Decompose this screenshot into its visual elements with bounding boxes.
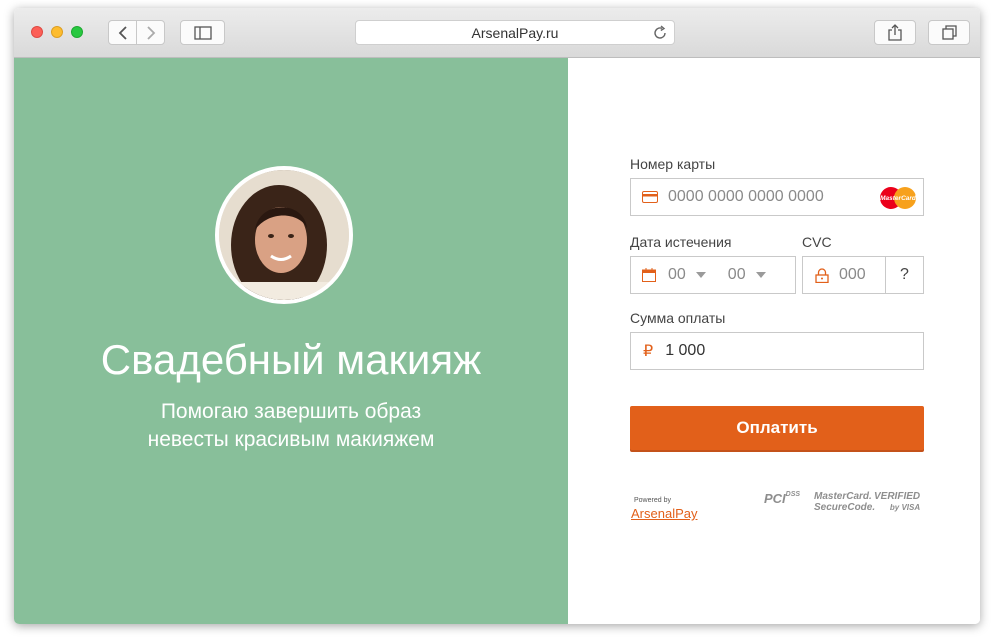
card-number-label: Номер карты — [630, 156, 716, 172]
payment-form: Номер карты 0000 0000 0000 0000 MasterCa… — [568, 58, 980, 624]
card-number-placeholder: 0000 0000 0000 0000 — [668, 188, 824, 205]
close-window-button[interactable] — [31, 26, 43, 38]
expiry-month-select[interactable]: 00 — [668, 266, 706, 284]
avatar — [215, 166, 353, 304]
browser-toolbar: ArsenalPay.ru — [14, 8, 980, 58]
page-subtitle: Помогаю завершить образ невесты красивым… — [147, 400, 435, 451]
share-button[interactable] — [874, 20, 916, 45]
ruble-icon: ₽ — [643, 343, 654, 360]
promo-panel: Свадебный макияж Помогаю завершить образ… — [14, 58, 568, 624]
mastercard-securecode-badge: MasterCard. SecureCode. — [814, 491, 875, 513]
browser-window: ArsenalPay.ru Свадебный макияж Помогаю з… — [14, 8, 980, 624]
mc-secure-line1: MasterCard. — [814, 491, 872, 502]
mastercard-logo-icon: MasterCard — [880, 187, 917, 209]
sidebar-button[interactable] — [180, 20, 225, 45]
cvc-field[interactable]: 000 — [802, 256, 886, 294]
back-button[interactable] — [108, 20, 137, 45]
credit-card-icon — [642, 191, 658, 203]
tabs-icon — [941, 25, 957, 40]
share-icon — [888, 24, 902, 41]
expiry-year-value: 00 — [727, 266, 746, 283]
pci-dss-text: DSS — [785, 491, 801, 498]
address-bar[interactable]: ArsenalPay.ru — [355, 20, 675, 45]
amount-value: 1 000 — [665, 342, 706, 359]
amount-label: Сумма оплаты — [630, 310, 726, 326]
chevron-right-icon — [146, 25, 155, 40]
mc-secure-line2: SecureCode. — [814, 502, 876, 513]
page-title: Свадебный макияж — [100, 336, 482, 383]
expiry-month-value: 00 — [668, 266, 686, 283]
expiry-field[interactable]: 00 00 — [630, 256, 796, 294]
powered-by-label: Powered by — [634, 497, 671, 504]
reload-icon[interactable] — [652, 25, 668, 41]
card-number-field[interactable]: 0000 0000 0000 0000 MasterCard — [630, 178, 924, 216]
help-icon: ? — [900, 266, 909, 283]
lock-icon — [815, 267, 829, 283]
zoom-window-button[interactable] — [71, 26, 83, 38]
verified-line1: VERIFIED — [874, 491, 921, 502]
expiry-label: Дата истечения — [630, 234, 732, 250]
cvc-help-button[interactable]: ? — [885, 256, 924, 294]
address-text: ArsenalPay.ru — [471, 24, 559, 41]
amount-field[interactable]: ₽ 1 000 — [630, 332, 924, 370]
pci-text: PCI — [764, 491, 786, 506]
cvc-placeholder: 000 — [839, 266, 866, 283]
minimize-window-button[interactable] — [51, 26, 63, 38]
calendar-icon — [642, 268, 656, 282]
verified-by-visa-badge: VERIFIED by VISA — [874, 491, 920, 513]
arsenalpay-link[interactable]: ArsenalPay — [631, 506, 697, 521]
pay-button[interactable]: Оплатить — [630, 406, 924, 450]
chevron-down-icon — [755, 272, 766, 278]
svg-text:MasterCard: MasterCard — [880, 195, 917, 202]
chevron-down-icon — [695, 272, 706, 278]
avatar-photo — [219, 170, 349, 300]
forward-button[interactable] — [136, 20, 165, 45]
sidebar-icon — [193, 25, 212, 40]
expiry-year-select[interactable]: 00 — [728, 266, 766, 284]
verified-line2: by VISA — [889, 503, 921, 512]
chevron-left-icon — [118, 25, 127, 40]
cvc-label: CVC — [802, 234, 832, 250]
tabs-button[interactable] — [928, 20, 970, 45]
pci-dss-badge: PCIDSS — [764, 491, 800, 506]
